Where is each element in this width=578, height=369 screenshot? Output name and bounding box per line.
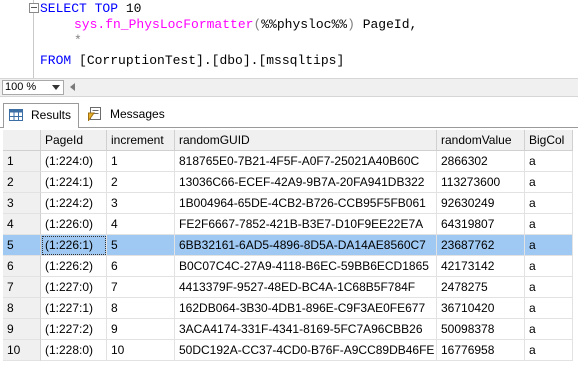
column-header[interactable]: randomGUID: [175, 130, 437, 151]
table-cell[interactable]: 4: [107, 214, 175, 235]
table-cell[interactable]: a: [525, 319, 573, 340]
keyword-from: FROM: [40, 53, 72, 68]
function-name: sys.fn_PhysLocFormatter: [74, 17, 254, 32]
code-line-4: FROM [CorruptionTest].[dbo].[mssqltips]: [40, 53, 344, 69]
table-cell[interactable]: (1:227:2): [41, 319, 107, 340]
row-number[interactable]: 2: [3, 172, 41, 193]
table-cell[interactable]: a: [525, 193, 573, 214]
table-cell[interactable]: 42173142: [437, 256, 525, 277]
table-cell[interactable]: a: [525, 151, 573, 172]
row-number[interactable]: 5: [3, 235, 41, 256]
table-cell[interactable]: 13036C66-ECEF-42A9-9B7A-20FA941DB322: [175, 172, 437, 193]
table-cell[interactable]: (1:224:0): [41, 151, 107, 172]
table-cell[interactable]: 2866302: [437, 151, 525, 172]
table-cell[interactable]: a: [525, 256, 573, 277]
table-cell[interactable]: 4413379F-9527-48ED-BC4A-1C68B5F784F: [175, 277, 437, 298]
tab-messages-label: Messages: [110, 107, 165, 121]
table-cell[interactable]: 23687762: [437, 235, 525, 256]
row-header-corner[interactable]: [3, 130, 41, 151]
results-tabs: Results Messages: [0, 97, 578, 127]
table-cell[interactable]: a: [525, 340, 573, 361]
table-cell[interactable]: 5: [107, 235, 175, 256]
table-cell[interactable]: 6BB32161-6AD5-4896-8D5A-DA14AE8560C7: [175, 235, 437, 256]
table-cell[interactable]: (1:226:0): [41, 214, 107, 235]
zoom-bar: 100 %: [0, 78, 578, 97]
column-header[interactable]: randomValue: [437, 130, 525, 151]
table-cell[interactable]: 50098378: [437, 319, 525, 340]
table-cell[interactable]: (1:224:2): [41, 193, 107, 214]
table-cell[interactable]: 50DC192A-CC37-4CD0-B76F-A9CC89DB46FE: [175, 340, 437, 361]
table-cell[interactable]: 9: [107, 319, 175, 340]
tab-results[interactable]: Results: [3, 103, 79, 127]
table-cell[interactable]: 8: [107, 298, 175, 319]
sql-editor[interactable]: SELECT TOP 10 sys.fn_PhysLocFormatter(%%…: [0, 0, 578, 78]
table-cell[interactable]: (1:226:1): [41, 235, 107, 256]
code-line-3: *: [74, 33, 82, 48]
table-cell[interactable]: 818765E0-7B21-4F5F-A0F7-25021A40B60C: [175, 151, 437, 172]
table-cell[interactable]: 2478275: [437, 277, 525, 298]
code-line-2: sys.fn_PhysLocFormatter(%%physloc%%) Pag…: [74, 17, 417, 33]
results-grid[interactable]: PageId increment randomGUID randomValue …: [0, 128, 578, 369]
messages-icon: [88, 107, 101, 121]
table-cell[interactable]: 10: [107, 340, 175, 361]
scroll-left-arrow-icon[interactable]: [70, 83, 75, 91]
table-cell[interactable]: (1:227:0): [41, 277, 107, 298]
row-number[interactable]: 8: [3, 298, 41, 319]
table-cell[interactable]: 1: [107, 151, 175, 172]
row-number[interactable]: 10: [3, 340, 41, 361]
table-name: [CorruptionTest].[dbo].[mssqltips]: [71, 53, 345, 68]
table-cell[interactable]: 16776958: [437, 340, 525, 361]
column-header[interactable]: increment: [107, 130, 175, 151]
table-cell[interactable]: 36710420: [437, 298, 525, 319]
zoom-select[interactable]: 100 %: [2, 80, 64, 95]
table-cell[interactable]: 64319807: [437, 214, 525, 235]
tab-messages[interactable]: Messages: [83, 103, 167, 127]
keyword-select-top: SELECT TOP: [40, 1, 119, 16]
table-cell[interactable]: 162DB064-3B30-4DB1-896E-C9F3AE0FE677: [175, 298, 437, 319]
table-cell[interactable]: 92630249: [437, 193, 525, 214]
row-number[interactable]: 6: [3, 256, 41, 277]
table-cell[interactable]: (1:226:2): [41, 256, 107, 277]
table-cell[interactable]: 3ACA4174-331F-4341-8169-5FC7A96CBB26: [175, 319, 437, 340]
table-cell[interactable]: a: [525, 298, 573, 319]
table-cell[interactable]: 7: [107, 277, 175, 298]
table-cell[interactable]: (1:224:1): [41, 172, 107, 193]
table-cell[interactable]: a: [525, 214, 573, 235]
table-cell[interactable]: a: [525, 277, 573, 298]
top-count: 10: [118, 1, 142, 16]
column-header[interactable]: PageId: [41, 130, 107, 151]
collapse-toggle[interactable]: [29, 3, 39, 13]
table-cell[interactable]: B0C07C4C-27A9-4118-B6EC-59BB6ECD1865: [175, 256, 437, 277]
table-cell[interactable]: 3: [107, 193, 175, 214]
table-cell[interactable]: FE2F6667-7852-421B-B3E7-D10F9EE22E7A: [175, 214, 437, 235]
table-cell[interactable]: (1:228:0): [41, 340, 107, 361]
tab-results-label: Results: [31, 108, 72, 122]
table-cell[interactable]: 6: [107, 256, 175, 277]
table-cell[interactable]: 113273600: [437, 172, 525, 193]
physloc-arg: %%physloc%%: [261, 17, 348, 32]
table-cell[interactable]: a: [525, 235, 573, 256]
grid-icon: [9, 109, 23, 121]
column-header[interactable]: BigCol: [525, 130, 573, 151]
table-cell[interactable]: 2: [107, 172, 175, 193]
row-number[interactable]: 9: [3, 319, 41, 340]
chevron-down-icon[interactable]: [52, 85, 60, 90]
row-number[interactable]: 7: [3, 277, 41, 298]
table-cell[interactable]: (1:227:1): [41, 298, 107, 319]
row-number[interactable]: 3: [3, 193, 41, 214]
code-line-1: SELECT TOP 10: [40, 1, 141, 17]
column-alias: PageId,: [354, 17, 418, 32]
row-number[interactable]: 4: [3, 214, 41, 235]
row-number[interactable]: 1: [3, 151, 41, 172]
table-cell[interactable]: 1B004964-65DE-4CB2-B726-CCB95F5FB061: [175, 193, 437, 214]
table-cell[interactable]: a: [525, 172, 573, 193]
zoom-value: 100 %: [5, 81, 37, 93]
paren-close: ): [347, 17, 355, 32]
